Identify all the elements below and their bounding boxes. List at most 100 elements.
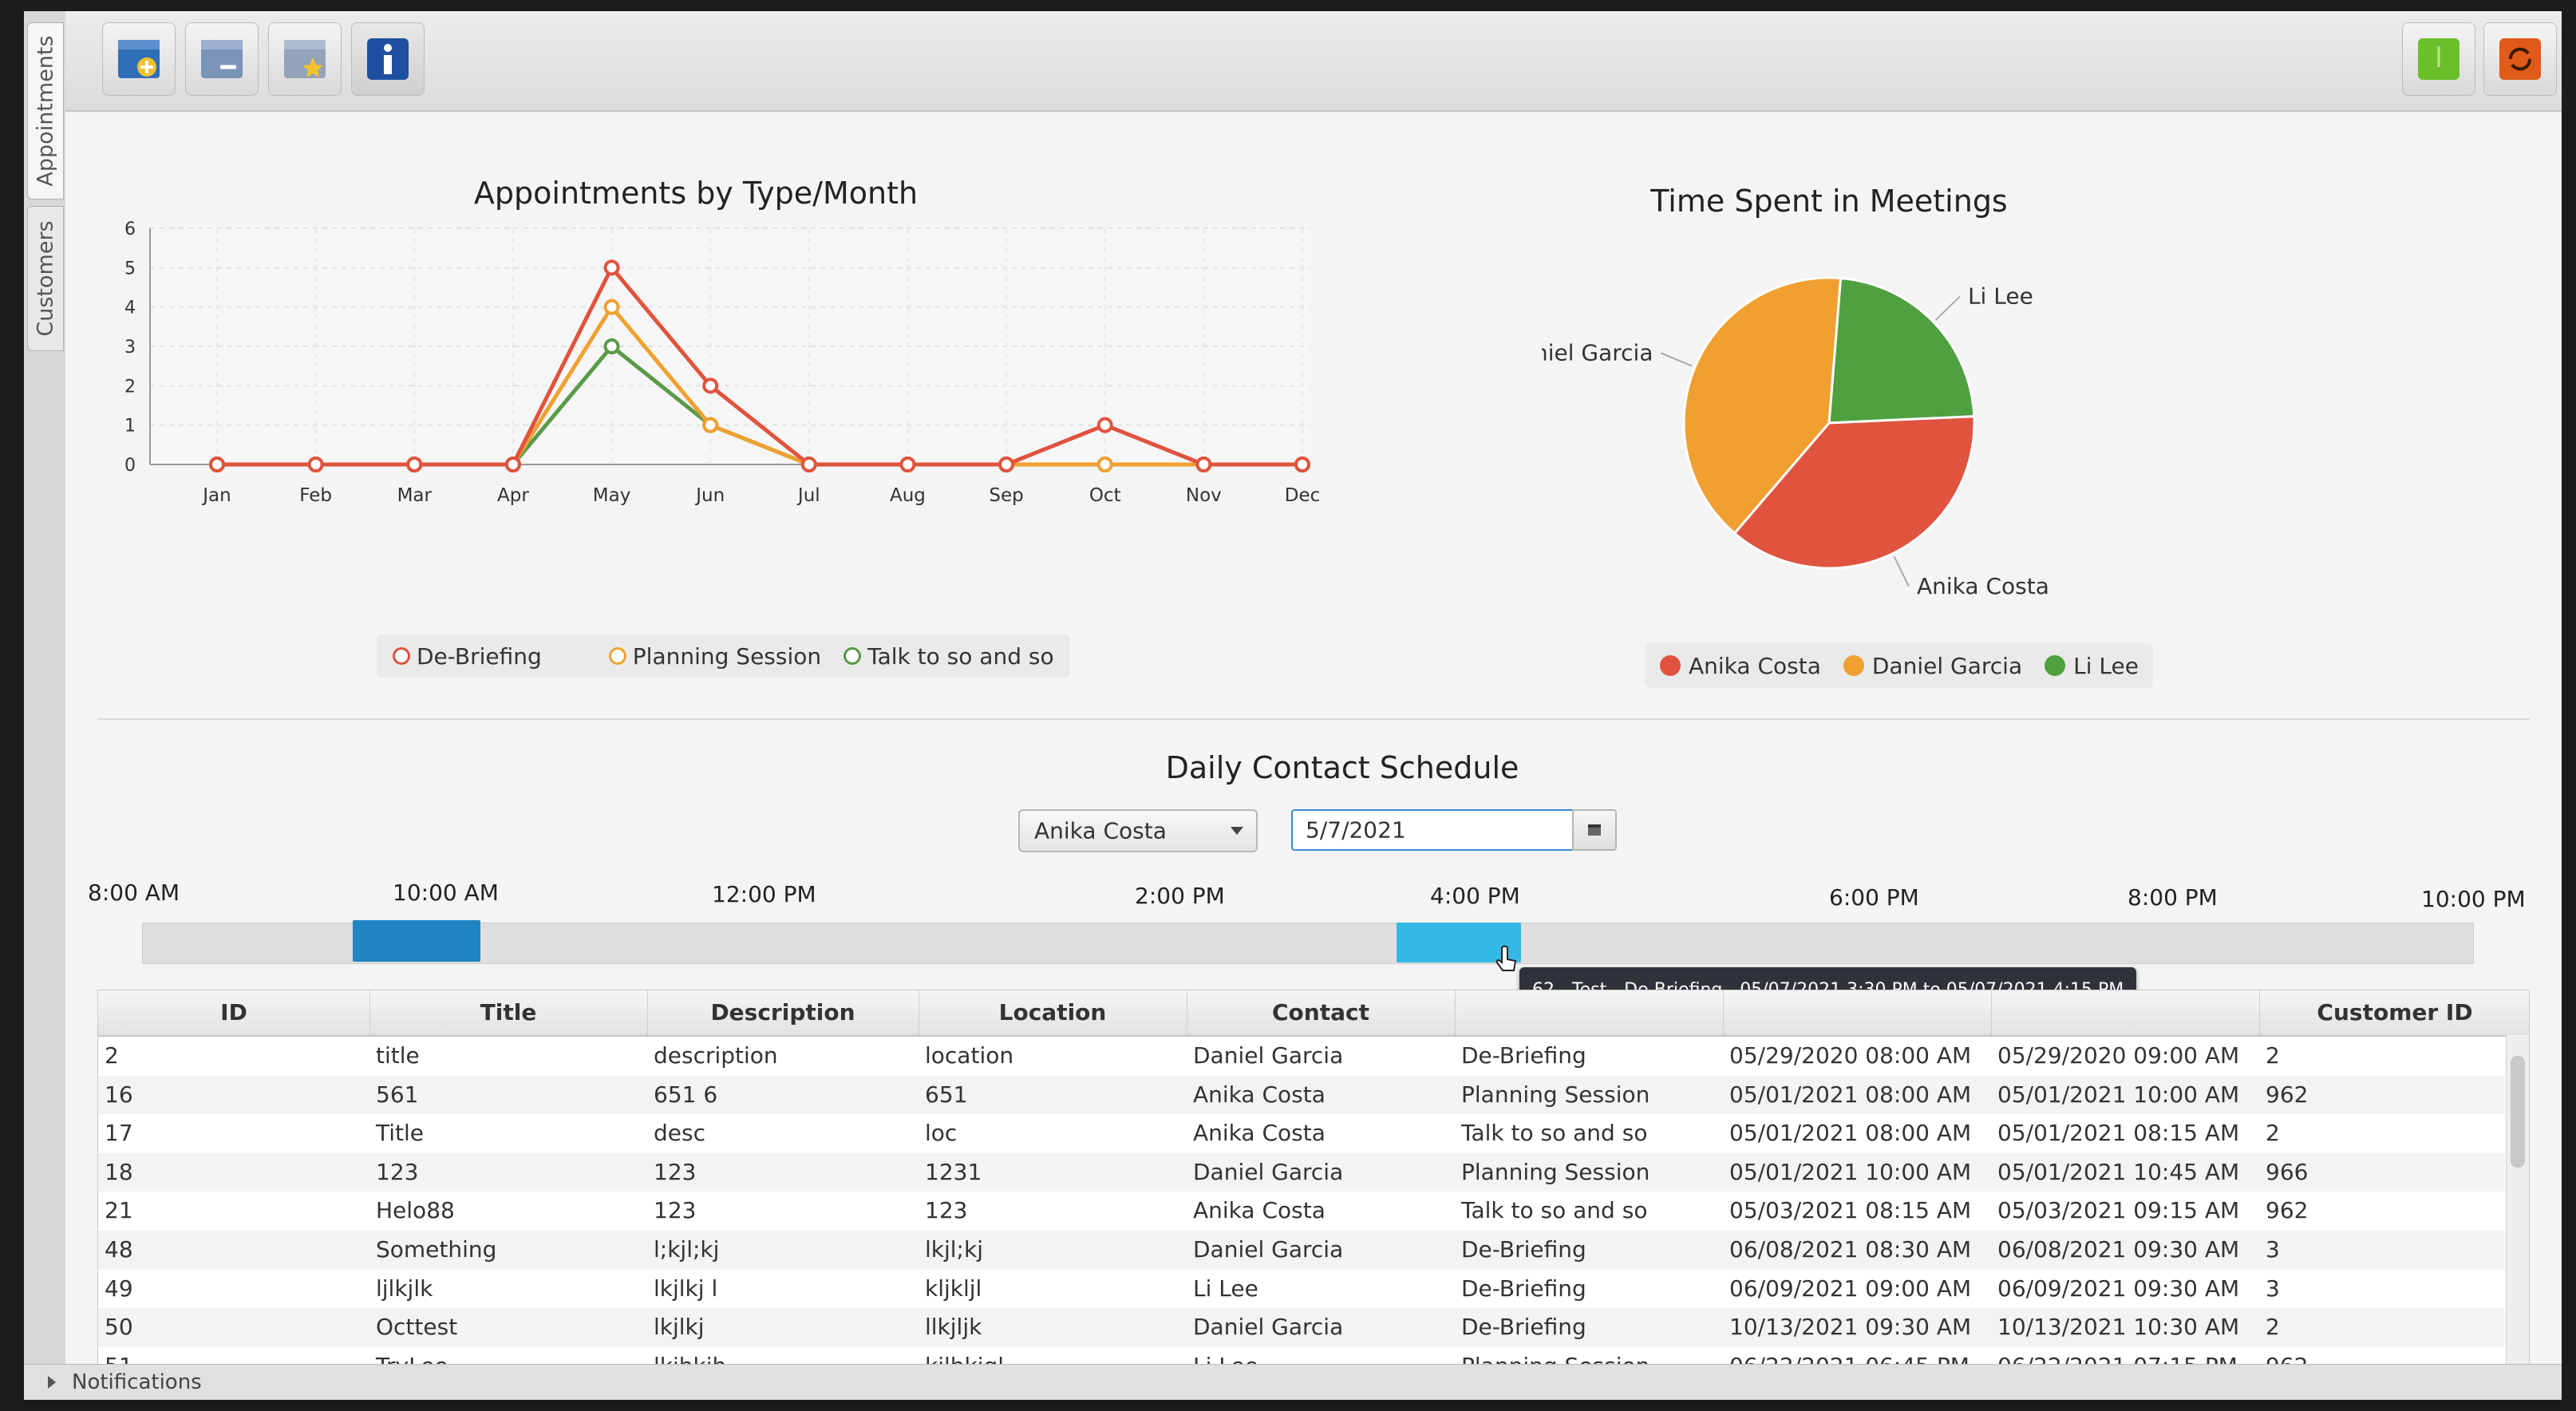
remove-appointment-button[interactable] — [185, 22, 259, 96]
table-cell: 561 — [376, 1081, 419, 1108]
table-cell: Anika Costa — [1193, 1120, 1326, 1147]
table-cell: kljkljl — [925, 1275, 982, 1302]
table-row[interactable]: 16 561 651 6 651 Anika Costa Planning Session… — [98, 1075, 2505, 1115]
contact-select[interactable]: Anika Costa — [1018, 809, 1258, 852]
data-point — [702, 377, 719, 394]
calendar-add-icon — [118, 40, 160, 78]
table-cell: 3 — [2266, 1275, 2280, 1302]
data-point — [603, 338, 620, 354]
table-cell: 51 — [98, 1347, 369, 1364]
date-picker-field[interactable]: 5/7/2021 — [1291, 809, 1577, 851]
table-cell: l;kjl;kj — [654, 1236, 720, 1263]
chevron-down-icon — [1231, 827, 1243, 835]
appointment-block[interactable] — [353, 920, 480, 962]
table-cell: Planning Session — [1461, 1081, 1650, 1108]
time-label: 10:00 AM — [393, 879, 499, 906]
legend-item-anika: Anika Costa — [1660, 653, 1821, 679]
notifications-label: Notifications — [72, 1370, 202, 1394]
table-cell: title — [376, 1042, 420, 1069]
calendar-button[interactable] — [1572, 809, 1617, 851]
table-cell: 21 — [105, 1197, 133, 1224]
toolbar — [65, 11, 2562, 112]
side-tab-bar: Appointments Customers — [24, 11, 66, 1368]
table-cell: Planning Session — [1455, 1347, 1723, 1364]
table-scrollbar[interactable] — [2506, 1035, 2529, 1364]
table-cell: 10/13/2021 09:30 AM — [1729, 1314, 1972, 1341]
table-cell: 16 — [105, 1081, 133, 1108]
table-cell: 05/01/2021 08:00 AM — [1729, 1120, 1972, 1147]
table-cell: 06/22/2021 06:45 PM — [1723, 1347, 1991, 1364]
data-point — [800, 457, 817, 472]
table-cell: Talk to so and so — [1461, 1197, 1648, 1224]
column-header-type[interactable] — [1455, 990, 1724, 1035]
column-header-customer-id[interactable]: Customer ID — [2259, 990, 2529, 1035]
table-row[interactable]: 48 Something l;kjl;kj lkjl;kj Daniel Garcia D… — [98, 1231, 2505, 1270]
table-cell: De-Briefing — [1461, 1314, 1586, 1341]
check-icon — [2418, 38, 2459, 80]
y-tick-label: 1 — [124, 417, 136, 437]
table-cell: 123 — [376, 1158, 419, 1185]
column-header-location[interactable]: Location — [919, 990, 1187, 1035]
table-row[interactable]: 51TryLeelkjhkjhkjlhkjglLi LeePlanning Se… — [98, 1347, 2505, 1364]
notifications-bar[interactable]: Notifications — [24, 1364, 2562, 1400]
table-cell: 966 — [2266, 1158, 2309, 1185]
tab-customers[interactable]: Customers — [27, 206, 64, 351]
section-divider — [97, 718, 2530, 720]
legend-label-anika: Anika Costa — [1689, 652, 1821, 679]
add-appointment-button[interactable] — [102, 22, 176, 96]
table-row[interactable]: 50 Octtest lkjlkj llkjljk Daniel Garcia De-Br… — [98, 1308, 2505, 1347]
column-header-title[interactable]: Title — [369, 990, 648, 1035]
column-header-description[interactable]: Description — [647, 990, 919, 1035]
legend-label-daniel: Daniel Garcia — [1871, 652, 2023, 679]
confirm-button[interactable] — [2402, 22, 2475, 96]
x-tick-label: Nov — [1186, 485, 1222, 506]
table-cell: 651 — [925, 1081, 968, 1108]
x-tick-label: Oct — [1089, 485, 1121, 506]
table-row[interactable]: 21 Helo88 123 123 Anika Costa Talk to so and … — [98, 1192, 2505, 1231]
favorite-appointment-button[interactable] — [268, 22, 342, 96]
expand-arrow-icon — [48, 1376, 56, 1389]
x-tick-label: Apr — [497, 485, 529, 506]
calendar-remove-icon — [201, 40, 243, 78]
table-cell: De-Briefing — [1461, 1236, 1586, 1263]
pie-slice-label: Daniel Garcia — [1542, 339, 1653, 366]
date-picker-value: 5/7/2021 — [1306, 816, 1406, 844]
table-cell: 06/08/2021 08:30 AM — [1729, 1236, 1972, 1263]
table-row[interactable]: 17 Title desc loc Anika Costa Talk to so and … — [98, 1114, 2505, 1153]
info-button[interactable] — [351, 22, 425, 96]
table-cell: 49 — [105, 1275, 133, 1302]
column-header-contact[interactable]: Contact — [1187, 990, 1456, 1035]
table-cell: Anika Costa — [1193, 1197, 1326, 1224]
table-row[interactable]: 2 title description location Daniel Garcia De… — [98, 1037, 2505, 1076]
tab-appointments-label: Appointments — [33, 35, 58, 187]
legend-item-li: Li Lee — [2045, 653, 2139, 679]
refresh-button[interactable] — [2483, 22, 2557, 96]
column-header-id[interactable]: ID — [98, 990, 370, 1035]
table-cell: Daniel Garcia — [1193, 1236, 1344, 1263]
pie-slice — [1827, 276, 1976, 425]
table-cell: lkjhkjh — [647, 1347, 919, 1364]
column-header-start[interactable] — [1723, 990, 1992, 1035]
data-point — [406, 457, 423, 472]
scrollbar-thumb[interactable] — [2511, 1056, 2525, 1168]
legend-item-debriefing: De-Briefing — [393, 643, 542, 670]
calendar-star-icon — [284, 40, 326, 78]
table-row[interactable]: 49 ljlkjlk lkjlkj l kljkljl Li Lee De-Briefin… — [98, 1270, 2505, 1309]
table-row[interactable]: 18 123 123 1231 Daniel Garcia Planning Sessio… — [98, 1152, 2505, 1192]
table-cell: 123 — [654, 1197, 697, 1224]
tab-appointments[interactable]: Appointments — [27, 22, 64, 200]
table-cell: Daniel Garcia — [1193, 1158, 1344, 1185]
column-header-end[interactable] — [1991, 990, 2260, 1035]
table-cell: Li Lee — [1187, 1347, 1455, 1364]
table-cell: 651 6 — [654, 1081, 718, 1108]
table-cell: 06/08/2021 09:30 AM — [1997, 1236, 2240, 1263]
y-tick-label: 2 — [124, 377, 136, 397]
table-cell: lkjl;kj — [925, 1236, 983, 1263]
table-cell: Li Lee — [1193, 1275, 1258, 1302]
pie-chart-title: Time Spent in Meetings — [1650, 184, 2008, 219]
info-icon — [367, 38, 409, 80]
appointments-table: ID Title Description Location Contact Cu… — [97, 990, 2530, 1365]
time-label: 8:00 PM — [2128, 884, 2218, 911]
table-cell: Daniel Garcia — [1193, 1314, 1344, 1341]
table-cell: De-Briefing — [1461, 1042, 1586, 1069]
